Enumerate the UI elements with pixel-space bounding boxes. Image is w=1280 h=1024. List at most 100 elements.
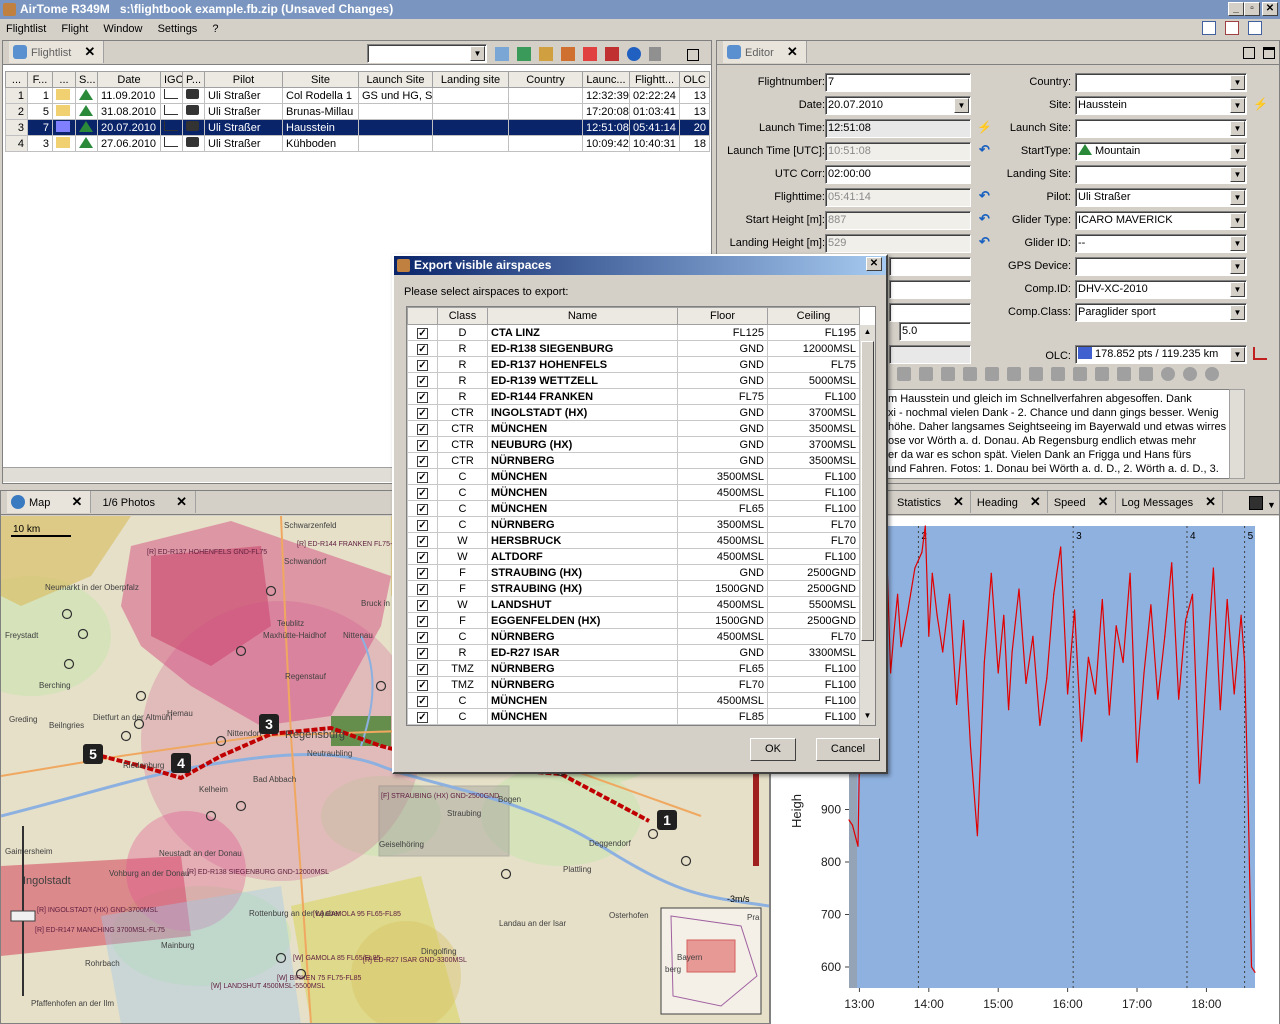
chevron-down-icon[interactable]: ▼ — [1230, 347, 1245, 362]
chevron-down-icon[interactable]: ▼ — [1230, 213, 1245, 228]
airspace-checkbox[interactable]: ✓ — [417, 407, 428, 419]
menu-window[interactable]: Window — [97, 19, 148, 39]
close-icon[interactable]: ✕ — [953, 494, 964, 509]
column-header[interactable]: Launch Site — [358, 71, 433, 88]
airspace-row[interactable]: ✓ F STRAUBING (HX) 1500GND 2500GND — [407, 580, 860, 597]
dialog-close-button[interactable]: ✕ — [866, 257, 882, 271]
airspace-column-header[interactable]: Name — [487, 307, 678, 325]
column-header[interactable]: Date — [97, 71, 161, 88]
airspace-row[interactable]: ✓ C MÜNCHEN FL65 FL100 — [407, 500, 860, 517]
olc-combo[interactable]: 178.852 pts / 119.235 km ▼ — [1075, 345, 1247, 364]
airspace-checkbox[interactable]: ✓ — [417, 487, 428, 499]
maximize-panel-icon[interactable] — [1263, 47, 1275, 59]
close-icon[interactable]: ✕ — [71, 494, 82, 509]
magic-wand-icon[interactable]: ⚡ — [1253, 97, 1268, 111]
close-icon[interactable]: ✕ — [1098, 494, 1109, 509]
olc-icon[interactable] — [583, 47, 598, 61]
olc-icon[interactable] — [1253, 347, 1267, 360]
photo-marker[interactable]: 3 — [259, 714, 279, 734]
tab-log-messages[interactable]: Log Messages ✕ — [1116, 491, 1223, 513]
column-header[interactable]: Country — [508, 71, 583, 88]
airspace-row[interactable]: ✓ CTR NEUBURG (HX) GND 3700MSL — [407, 436, 860, 453]
tag-icon[interactable] — [1051, 367, 1065, 381]
flight-row[interactable]: 3 7 20.07.2010 Uli Straßer Hausstein 12:51:08… — [5, 119, 710, 136]
tag-icon[interactable] — [1029, 367, 1043, 381]
column-header[interactable]: IGC — [160, 71, 183, 88]
save-icon[interactable] — [1249, 496, 1263, 510]
photo-marker[interactable]: 5 — [83, 744, 103, 764]
airspace-row[interactable]: ✓ TMZ NÜRNBERG FL70 FL100 — [407, 676, 860, 693]
close-icon[interactable]: ✕ — [1205, 494, 1216, 509]
airspace-checkbox[interactable]: ✓ — [417, 343, 428, 355]
tag-icon[interactable] — [1007, 367, 1021, 381]
tab-photos[interactable]: 1/6 Photos ✕ — [94, 491, 196, 513]
undock-icon[interactable] — [686, 49, 699, 61]
editor-combo[interactable]: ▼ — [1075, 119, 1247, 138]
column-header[interactable]: Flightt... — [629, 71, 680, 88]
airspace-row[interactable]: ✓ R ED-R138 SIEGENBURG GND 12000MSL — [407, 340, 860, 357]
tab-editor[interactable]: Editor ✕ — [723, 41, 807, 63]
tag-icon[interactable] — [1205, 367, 1219, 381]
editor-field[interactable]: 02:00:00 — [825, 165, 971, 184]
editor-field[interactable]: 5.0 — [899, 322, 971, 341]
earth-icon[interactable] — [627, 47, 642, 61]
airspace-checkbox[interactable]: ✓ — [417, 679, 428, 691]
airspace-checkbox[interactable]: ✓ — [417, 471, 428, 483]
airspace-checkbox[interactable]: ✓ — [417, 583, 428, 595]
zoom-slider-handle[interactable] — [10, 910, 36, 922]
flight-row[interactable]: 4 3 27.06.2010 Uli Straßer Kühboden 10:09:42 1… — [5, 135, 710, 152]
tag-icon[interactable] — [1095, 367, 1109, 381]
photo-marker[interactable]: 4 — [171, 753, 191, 773]
flight-row[interactable]: 2 5 31.08.2010 Uli Straßer Brunas-Millau 17:2… — [5, 103, 710, 120]
chevron-down-icon[interactable]: ▼ — [1230, 121, 1245, 136]
photo-icon[interactable] — [561, 47, 576, 61]
column-header[interactable]: F... — [27, 71, 53, 88]
layout-3-icon[interactable] — [1248, 21, 1263, 35]
airspace-row[interactable]: ✓ F EGGENFELDEN (HX) 1500GND 2500GND — [407, 612, 860, 629]
editor-field[interactable]: 10:51:08 — [825, 142, 971, 161]
scroll-up-icon[interactable]: ▲ — [861, 327, 874, 339]
chevron-down-icon[interactable]: ▼ — [1230, 98, 1245, 113]
tag-icon[interactable] — [1117, 367, 1131, 381]
filter-combo[interactable]: ▼ — [367, 44, 487, 63]
column-header[interactable]: P... — [182, 71, 205, 88]
undock-icon[interactable] — [1243, 47, 1255, 59]
chevron-down-icon[interactable]: ▼ — [1230, 190, 1245, 205]
tag-icon[interactable] — [941, 367, 955, 381]
airspace-checkbox[interactable]: ✓ — [417, 663, 428, 675]
delete-icon[interactable] — [649, 47, 662, 61]
chevron-down-icon[interactable]: ▼ — [1230, 144, 1245, 159]
chevron-down-icon[interactable]: ▼ — [1230, 75, 1245, 90]
airspace-column-header[interactable] — [407, 307, 438, 325]
airspace-checkbox[interactable]: ✓ — [417, 567, 428, 579]
menu-help[interactable]: ? — [206, 19, 224, 39]
calendar-dropdown-icon[interactable]: ▼ — [954, 98, 969, 113]
editor-field[interactable]: 12:51:08 — [825, 119, 971, 138]
menu-flightlist[interactable]: Flightlist — [0, 19, 52, 39]
photo-marker[interactable]: 1 — [657, 810, 677, 830]
editor-combo[interactable]: Paraglider sport ▼ — [1075, 303, 1247, 322]
editor-combo[interactable]: -- ▼ — [1075, 234, 1247, 253]
notes-vscrollbar[interactable] — [1229, 389, 1245, 479]
airspace-row[interactable]: ✓ D CTA LINZ FL125 FL195 — [407, 324, 860, 341]
editor-field[interactable]: 05:41:14 — [825, 188, 971, 207]
airspace-vscrollbar[interactable]: ▲ ▼ — [859, 325, 875, 725]
airspace-checkbox[interactable]: ✓ — [417, 455, 428, 467]
column-header[interactable]: OLC — [679, 71, 710, 88]
close-icon[interactable]: ✕ — [787, 44, 798, 59]
editor-field[interactable]: 529 — [825, 234, 971, 253]
airspace-row[interactable]: ✓ C NÜRNBERG 3500MSL FL70 — [407, 516, 860, 533]
column-header[interactable]: Pilot — [204, 71, 283, 88]
airspace-checkbox[interactable]: ✓ — [417, 519, 428, 531]
column-header[interactable]: Site — [282, 71, 359, 88]
airspace-row[interactable]: ✓ TMZ NÜRNBERG FL65 FL100 — [407, 660, 860, 677]
column-header[interactable]: S... — [75, 71, 98, 88]
editor-field[interactable] — [889, 257, 971, 276]
minimize-button[interactable]: _ — [1228, 2, 1244, 16]
airspace-checkbox[interactable]: ✓ — [417, 551, 428, 563]
maximize-button[interactable]: ▫ — [1244, 2, 1260, 16]
scroll-down-icon[interactable]: ▼ — [861, 711, 874, 723]
tab-map[interactable]: Map ✕ — [7, 491, 92, 513]
scroll-thumb[interactable] — [861, 341, 874, 641]
airspace-row[interactable]: ✓ CTR NÜRNBERG GND 3500MSL — [407, 452, 860, 469]
